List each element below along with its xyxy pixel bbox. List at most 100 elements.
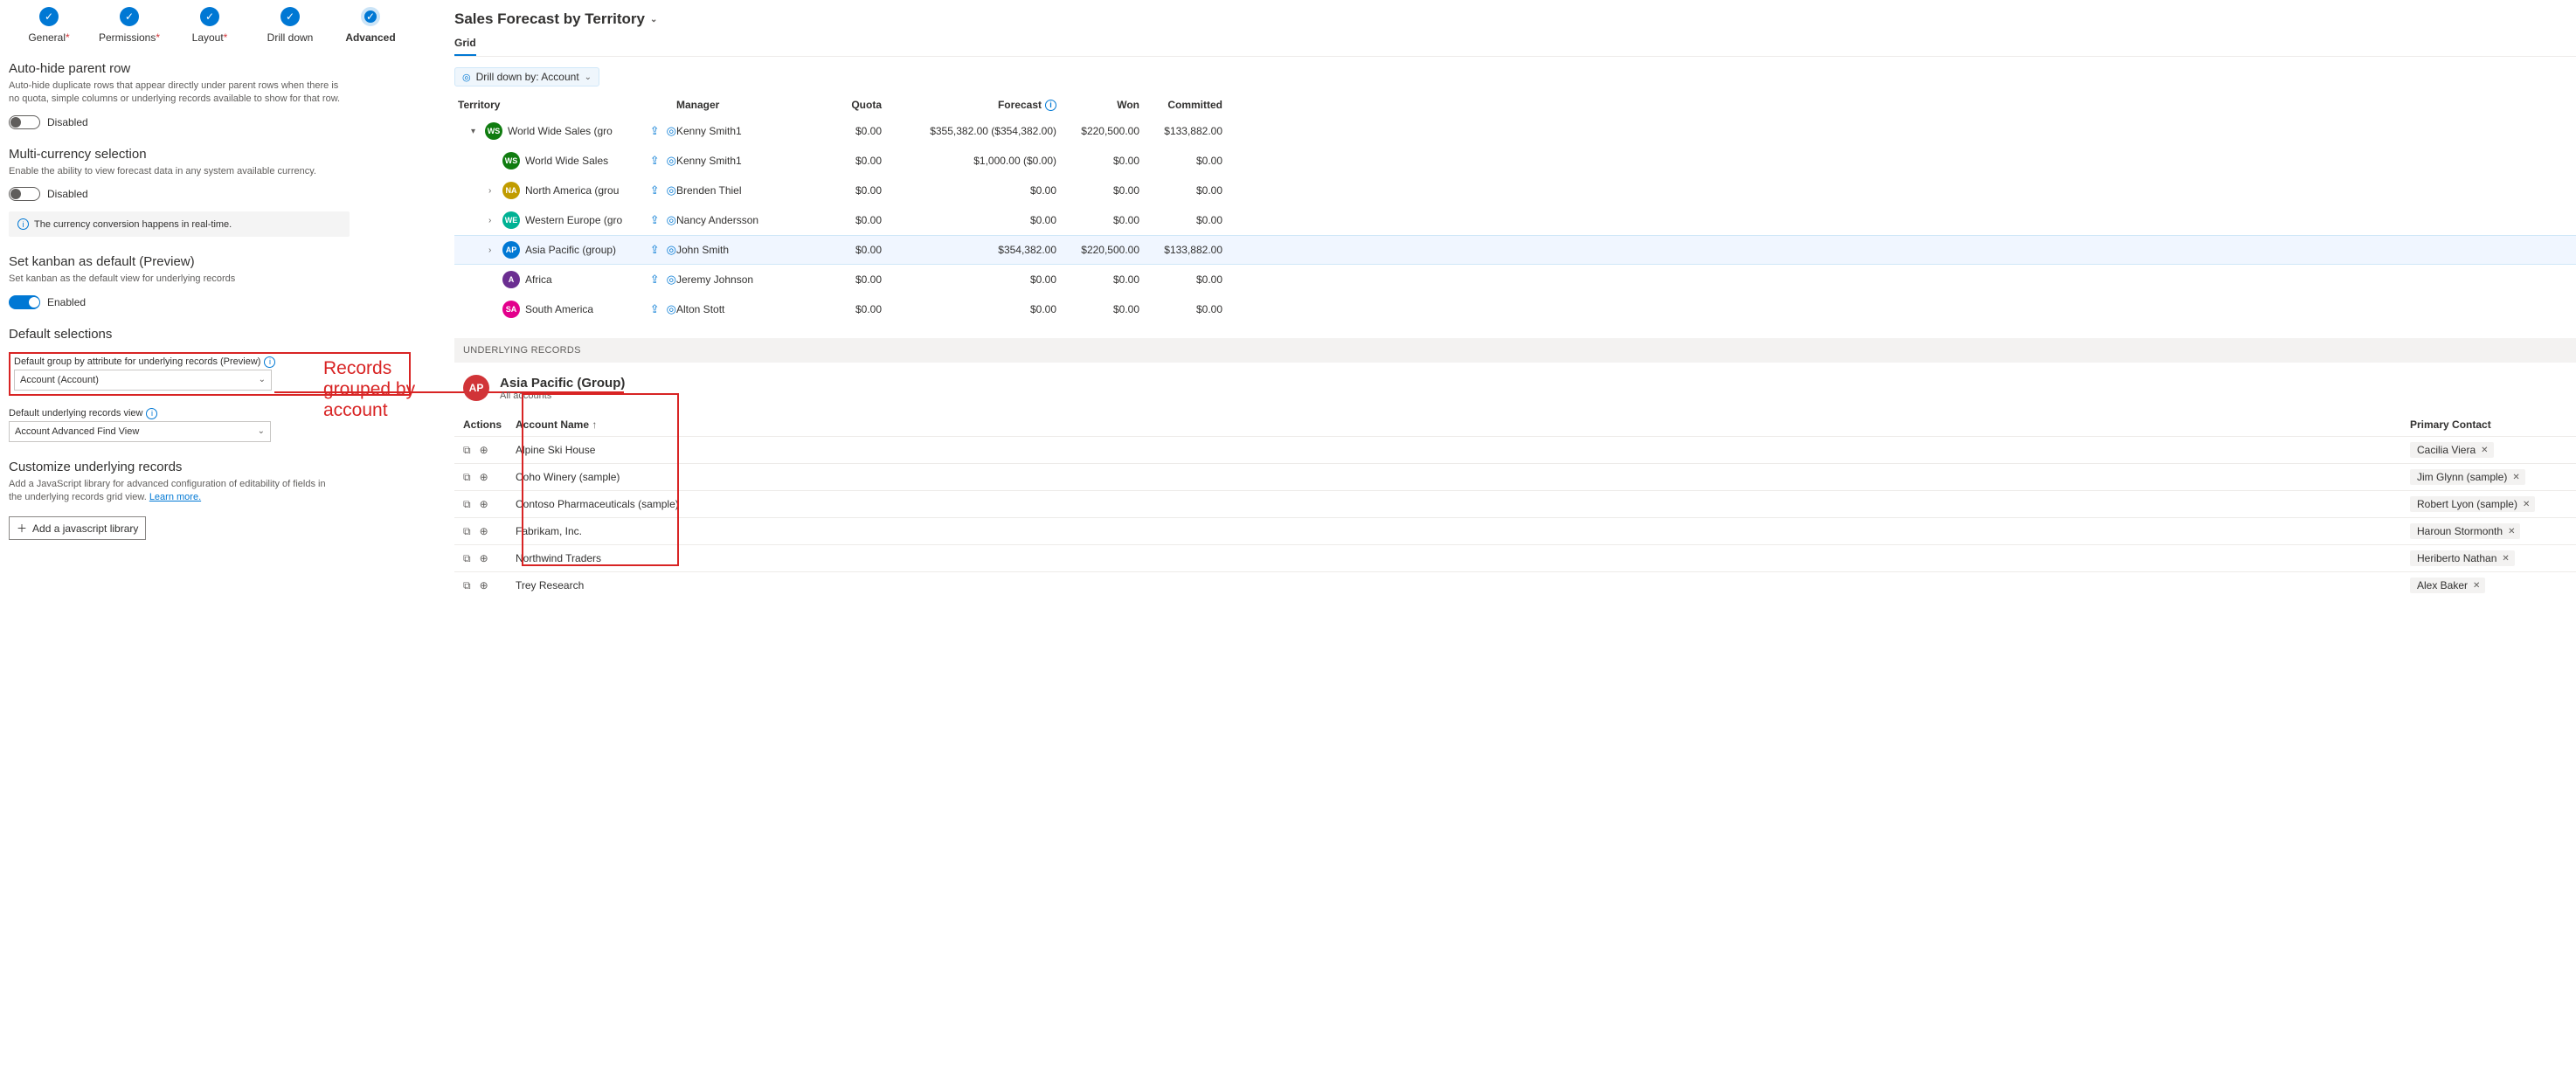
account-row[interactable]: ⧉ ⊕ Fabrikam, Inc. Haroun Stormonth✕	[454, 517, 2576, 544]
ap-badge: AP	[463, 375, 489, 401]
person-icon[interactable]: ◎	[667, 213, 676, 227]
account-row[interactable]: ⧉ ⊕ Trey Research Alex Baker✕	[454, 571, 2576, 598]
share-icon[interactable]: ⇪	[650, 154, 660, 168]
add-icon[interactable]: ⊕	[480, 471, 488, 484]
person-icon[interactable]: ◎	[667, 124, 676, 138]
open-icon[interactable]: ⧉	[463, 525, 471, 538]
committed-cell: $0.00	[1139, 155, 1222, 167]
step-layout[interactable]: ✓ Layout*	[170, 7, 250, 44]
share-icon[interactable]: ⇪	[650, 273, 660, 287]
info-icon[interactable]: i	[146, 408, 157, 419]
close-icon[interactable]: ✕	[2523, 500, 2530, 509]
col-actions[interactable]: Actions	[463, 418, 516, 431]
close-icon[interactable]: ✕	[2473, 581, 2480, 591]
expander-icon[interactable]: ▾	[471, 127, 480, 136]
learn-more-link[interactable]: Learn more.	[149, 492, 201, 502]
add-icon[interactable]: ⊕	[480, 552, 488, 565]
add-icon[interactable]: ⊕	[480, 498, 488, 511]
forecast-title[interactable]: Sales Forecast by Territory	[454, 10, 645, 28]
territory-row[interactable]: WS World Wide Sales ⇪ ◎ Kenny Smith1 $0.…	[454, 146, 2576, 176]
account-row[interactable]: ⧉ ⊕ Alpine Ski House Cacilia Viera✕	[454, 436, 2576, 463]
open-icon[interactable]: ⧉	[463, 552, 471, 565]
person-icon[interactable]: ◎	[667, 183, 676, 197]
step-advanced[interactable]: ✓ Advanced	[330, 7, 411, 44]
territory-row[interactable]: A Africa ⇪ ◎ Jeremy Johnson $0.00 $0.00 …	[454, 265, 2576, 294]
territory-badge: WS	[485, 122, 502, 140]
person-icon[interactable]: ◎	[667, 154, 676, 168]
primary-contact-chip[interactable]: Cacilia Viera✕	[2410, 442, 2494, 458]
view-select[interactable]: Account Advanced Find View ⌄	[9, 421, 271, 442]
open-icon[interactable]: ⧉	[463, 579, 471, 592]
open-icon[interactable]: ⧉	[463, 498, 471, 511]
add-icon[interactable]: ⊕	[480, 444, 488, 457]
col-primary-contact[interactable]: Primary Contact	[2410, 418, 2567, 431]
expander-icon[interactable]: ›	[488, 216, 497, 225]
territory-badge: AP	[502, 241, 520, 259]
person-icon[interactable]: ◎	[667, 302, 676, 316]
chevron-down-icon[interactable]: ⌄	[650, 15, 657, 24]
share-icon[interactable]: ⇪	[650, 243, 660, 257]
territory-badge: A	[502, 271, 520, 288]
settings-left: ✓ General* ✓ Permissions* ✓ Layout* ✓ Dr…	[0, 0, 419, 616]
step-drilldown[interactable]: ✓ Drill down	[250, 7, 330, 44]
step-general[interactable]: ✓ General*	[9, 7, 89, 44]
person-icon[interactable]: ◎	[667, 243, 676, 257]
tab-grid[interactable]: Grid	[454, 37, 476, 56]
manager-cell: Jeremy Johnson	[676, 273, 799, 286]
open-icon[interactable]: ⧉	[463, 444, 471, 457]
col-territory[interactable]: Territory	[458, 99, 676, 111]
territory-row[interactable]: › WE Western Europe (gro ⇪ ◎ Nancy Ander…	[454, 205, 2576, 235]
under-sub: All accounts	[500, 391, 625, 401]
add-icon[interactable]: ⊕	[480, 579, 488, 592]
col-committed[interactable]: Committed	[1139, 99, 1222, 111]
account-row[interactable]: ⧉ ⊕ Northwind Traders Heriberto Nathan✕	[454, 544, 2576, 571]
share-icon[interactable]: ⇪	[650, 124, 660, 138]
info-icon[interactable]: i	[1045, 100, 1056, 111]
col-quota[interactable]: Quota	[799, 99, 882, 111]
expander-icon[interactable]: ›	[488, 186, 497, 196]
close-icon[interactable]: ✕	[2508, 527, 2515, 536]
primary-contact-chip[interactable]: Robert Lyon (sample)✕	[2410, 496, 2535, 512]
info-icon[interactable]: i	[264, 356, 275, 368]
account-row[interactable]: ⧉ ⊕ Contoso Pharmaceuticals (sample) Rob…	[454, 490, 2576, 517]
chevron-down-icon: ⌄	[585, 73, 592, 82]
col-manager[interactable]: Manager	[676, 99, 799, 111]
customize-title: Customize underlying records	[9, 460, 411, 474]
territory-row[interactable]: › AP Asia Pacific (group) ⇪ ◎ John Smith…	[454, 235, 2576, 265]
close-icon[interactable]: ✕	[2502, 554, 2509, 564]
view-label: Default underlying records view	[9, 408, 142, 418]
group-by-select[interactable]: Account (Account) ⌄	[14, 370, 272, 391]
primary-contact-chip[interactable]: Jim Glynn (sample)✕	[2410, 469, 2525, 485]
forecast-cell: $1,000.00 ($0.00)	[882, 155, 1056, 167]
col-forecast[interactable]: Forecast	[998, 99, 1042, 111]
col-account-name[interactable]: Account Name	[516, 418, 589, 431]
autohide-toggle[interactable]	[9, 115, 40, 129]
manager-cell: Nancy Andersson	[676, 214, 799, 226]
share-icon[interactable]: ⇪	[650, 302, 660, 316]
autohide-title: Auto-hide parent row	[9, 61, 411, 76]
account-name: Northwind Traders	[516, 552, 2410, 564]
add-js-library-button[interactable]: ＋ Add a javascript library	[9, 516, 146, 540]
kanban-toggle[interactable]	[9, 295, 40, 309]
share-icon[interactable]: ⇪	[650, 183, 660, 197]
multicurrency-toggle[interactable]	[9, 187, 40, 201]
primary-contact-chip[interactable]: Heriberto Nathan✕	[2410, 550, 2515, 566]
expander-icon[interactable]: ›	[488, 246, 497, 255]
open-icon[interactable]: ⧉	[463, 471, 471, 484]
territory-row[interactable]: ▾ WS World Wide Sales (group ⇪ ◎ Kenny S…	[454, 116, 2576, 146]
col-won[interactable]: Won	[1056, 99, 1139, 111]
step-permissions[interactable]: ✓ Permissions*	[89, 7, 170, 44]
territory-name: Asia Pacific (group)	[525, 244, 616, 256]
primary-contact-chip[interactable]: Haroun Stormonth✕	[2410, 523, 2520, 539]
manager-cell: Kenny Smith1	[676, 125, 799, 137]
account-row[interactable]: ⧉ ⊕ Coho Winery (sample) Jim Glynn (samp…	[454, 463, 2576, 490]
territory-row[interactable]: › NA North America (grou ⇪ ◎ Brenden Thi…	[454, 176, 2576, 205]
territory-row[interactable]: SA South America ⇪ ◎ Alton Stott $0.00 $…	[454, 294, 2576, 324]
close-icon[interactable]: ✕	[2481, 446, 2488, 455]
drill-down-chip[interactable]: ◎ Drill down by: Account ⌄	[454, 67, 599, 86]
add-icon[interactable]: ⊕	[480, 525, 488, 538]
close-icon[interactable]: ✕	[2512, 473, 2519, 482]
share-icon[interactable]: ⇪	[650, 213, 660, 227]
person-icon[interactable]: ◎	[667, 273, 676, 287]
primary-contact-chip[interactable]: Alex Baker✕	[2410, 578, 2485, 593]
